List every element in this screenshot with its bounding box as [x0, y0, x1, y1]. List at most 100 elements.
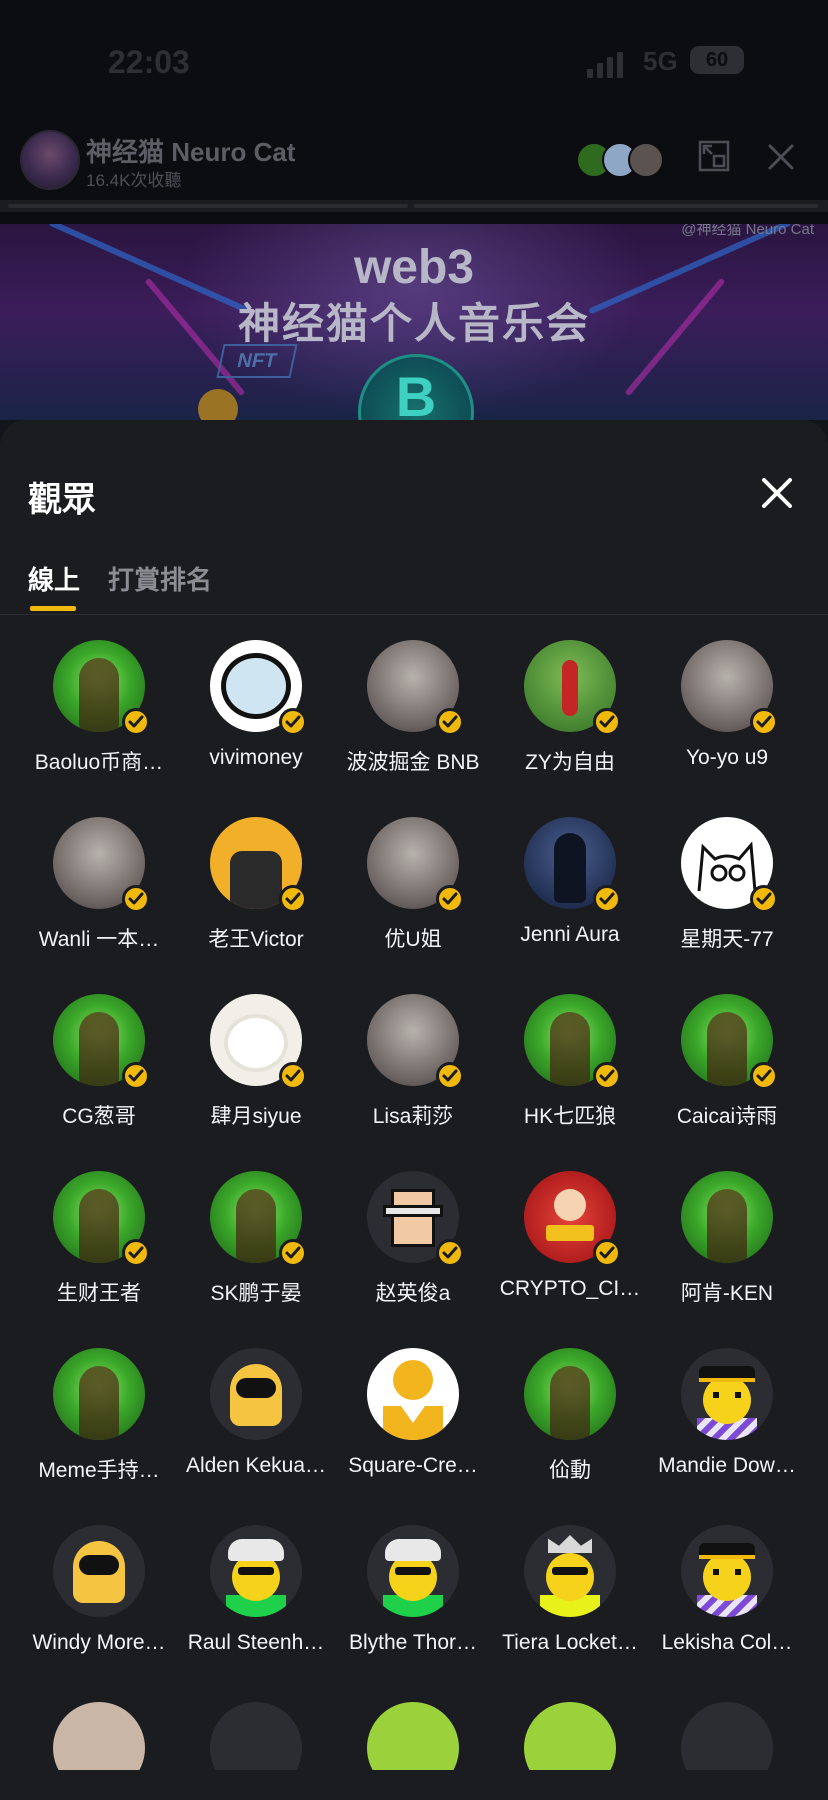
member-name: 老王Victor — [208, 928, 304, 951]
audience-member[interactable]: Caicai诗雨 — [648, 994, 806, 1154]
audience-member[interactable]: Yo-yo u9 — [648, 640, 806, 800]
stream-progress — [0, 200, 828, 212]
verified-badge-icon — [593, 1239, 621, 1267]
verified-badge-icon — [593, 708, 621, 736]
battery-icon: 60 — [690, 46, 744, 74]
verified-badge-icon — [122, 885, 150, 913]
hood-avatar[interactable] — [524, 1348, 616, 1440]
audience-member[interactable]: 波波掘金 BNB — [334, 640, 492, 800]
audience-member[interactable]: 阿肯-KEN — [648, 1171, 806, 1331]
live-room-background: 22:03 5G 60 神经猫 Neuro Cat 16.4K次收聽 @神经猫 … — [0, 0, 828, 420]
member-name: 星期天-77 — [680, 928, 774, 951]
member-name: HK七匹狼 — [523, 1105, 617, 1128]
audience-avatar-partial[interactable] — [53, 1702, 145, 1770]
verified-badge-icon — [436, 885, 464, 913]
audience-member[interactable]: Meme手持… — [20, 1348, 178, 1508]
verified-badge-icon — [436, 1239, 464, 1267]
status-bar: 22:03 5G 60 — [0, 30, 828, 90]
audience-member[interactable]: 赵英俊a — [334, 1171, 492, 1331]
hood-avatar[interactable] — [681, 1171, 773, 1263]
square-creator-avatar[interactable] — [367, 1348, 459, 1440]
audience-member[interactable]: CG葱哥 — [20, 994, 178, 1154]
audience-member[interactable]: HK七匹狼 — [491, 994, 649, 1154]
member-name: vivimoney — [209, 746, 303, 769]
member-name: Tiera Locket… — [502, 1631, 638, 1654]
hood-avatar[interactable] — [53, 1348, 145, 1440]
audience-member[interactable]: 佡動 — [491, 1348, 649, 1508]
verified-badge-icon — [436, 1062, 464, 1090]
verified-badge-icon — [279, 708, 307, 736]
tab-tip-ranking[interactable]: 打賞排名 — [108, 560, 212, 597]
minimize-icon[interactable] — [698, 140, 730, 172]
audience-member[interactable]: 老王Victor — [177, 817, 335, 977]
audience-sheet: 觀眾 線上 打賞排名 Baoluo币商… vivimoney 波波掘金 BNB ZY为… — [0, 420, 828, 1800]
member-name: Wanli 一本… — [38, 928, 160, 951]
audience-member[interactable]: 生财王者 — [20, 1171, 178, 1331]
audience-member[interactable]: Square-Cre… — [334, 1348, 492, 1508]
close-icon[interactable] — [758, 474, 796, 512]
tabs-divider — [0, 614, 828, 615]
member-name: CRYPTO_CI… — [499, 1277, 641, 1300]
audience-member[interactable]: Jenni Aura — [491, 817, 649, 977]
audience-member[interactable]: CRYPTO_CI… — [491, 1171, 649, 1331]
audience-avatar-partial[interactable] — [367, 1702, 459, 1770]
audience-member[interactable]: 肆月siyue — [177, 994, 335, 1154]
smiley-shades-avatar[interactable] — [367, 1525, 459, 1617]
audience-avatar-partial[interactable] — [524, 1702, 616, 1770]
signal-icon — [587, 52, 623, 78]
host-avatar[interactable] — [20, 130, 80, 190]
sheet-title: 觀眾 — [28, 481, 96, 519]
audience-member[interactable]: Tiera Locket… — [491, 1525, 649, 1685]
member-name: 肆月siyue — [210, 1105, 302, 1128]
verified-badge-icon — [122, 1062, 150, 1090]
verified-badge-icon — [279, 1062, 307, 1090]
listener-avatar — [628, 142, 664, 178]
banner-heading: web3 — [353, 241, 475, 294]
member-name: Lisa莉莎 — [372, 1105, 454, 1128]
verified-badge-icon — [750, 1062, 778, 1090]
astronaut-avatar[interactable] — [210, 1348, 302, 1440]
member-name: 优U姐 — [384, 928, 442, 951]
room-title: 神经猫 Neuro Cat — [86, 137, 296, 167]
verified-badge-icon — [750, 708, 778, 736]
audience-member[interactable]: Alden Kekua… — [177, 1348, 335, 1508]
audience-member[interactable]: Raul Steenh… — [177, 1525, 335, 1685]
member-name: Mandie Dow… — [658, 1454, 796, 1477]
member-name: ZY为自由 — [525, 751, 615, 774]
audience-member[interactable]: Mandie Dow… — [648, 1348, 806, 1508]
smiley-crown-avatar[interactable] — [524, 1525, 616, 1617]
member-name: Meme手持… — [38, 1459, 160, 1482]
audience-member[interactable]: vivimoney — [177, 640, 335, 800]
verified-badge-icon — [593, 1062, 621, 1090]
member-name: 阿肯-KEN — [680, 1282, 774, 1305]
audience-member[interactable]: Windy More… — [20, 1525, 178, 1685]
audience-member[interactable]: Wanli 一本… — [20, 817, 178, 977]
tab-online[interactable]: 線上 — [28, 560, 80, 597]
banner-subheading: 神经猫个人音乐会 — [237, 300, 590, 347]
listen-count: 16.4K次收聽 — [86, 171, 182, 190]
smiley-hat-avatar[interactable] — [681, 1525, 773, 1617]
verified-badge-icon — [122, 708, 150, 736]
audience-member[interactable]: ZY为自由 — [491, 640, 649, 800]
audience-member[interactable]: Baoluo币商… — [20, 640, 178, 800]
nft-badge: NFT — [216, 344, 298, 378]
audience-member[interactable]: Lisa莉莎 — [334, 994, 492, 1154]
live-banner: @神经猫 Neuro Cat web3 神经猫个人音乐会 NFT B — [0, 224, 828, 420]
smiley-hat-avatar[interactable] — [681, 1348, 773, 1440]
member-name: SK鹏于晏 — [210, 1282, 302, 1305]
member-name: Jenni Aura — [520, 923, 620, 946]
audience-avatar-partial[interactable] — [210, 1702, 302, 1770]
audience-member[interactable]: 星期天-77 — [648, 817, 806, 977]
audience-member[interactable]: Lekisha Col… — [648, 1525, 806, 1685]
audience-member[interactable]: SK鹏于晏 — [177, 1171, 335, 1331]
audience-member[interactable]: 优U姐 — [334, 817, 492, 977]
verified-badge-icon — [279, 1239, 307, 1267]
close-room-icon[interactable] — [766, 142, 796, 172]
member-name: Caicai诗雨 — [676, 1105, 778, 1128]
network-type: 5G — [643, 46, 678, 76]
member-name: 波波掘金 BNB — [346, 751, 480, 774]
audience-avatar-partial[interactable] — [681, 1702, 773, 1770]
astronaut-avatar[interactable] — [53, 1525, 145, 1617]
smiley-shades-avatar[interactable] — [210, 1525, 302, 1617]
audience-member[interactable]: Blythe Thor… — [334, 1525, 492, 1685]
